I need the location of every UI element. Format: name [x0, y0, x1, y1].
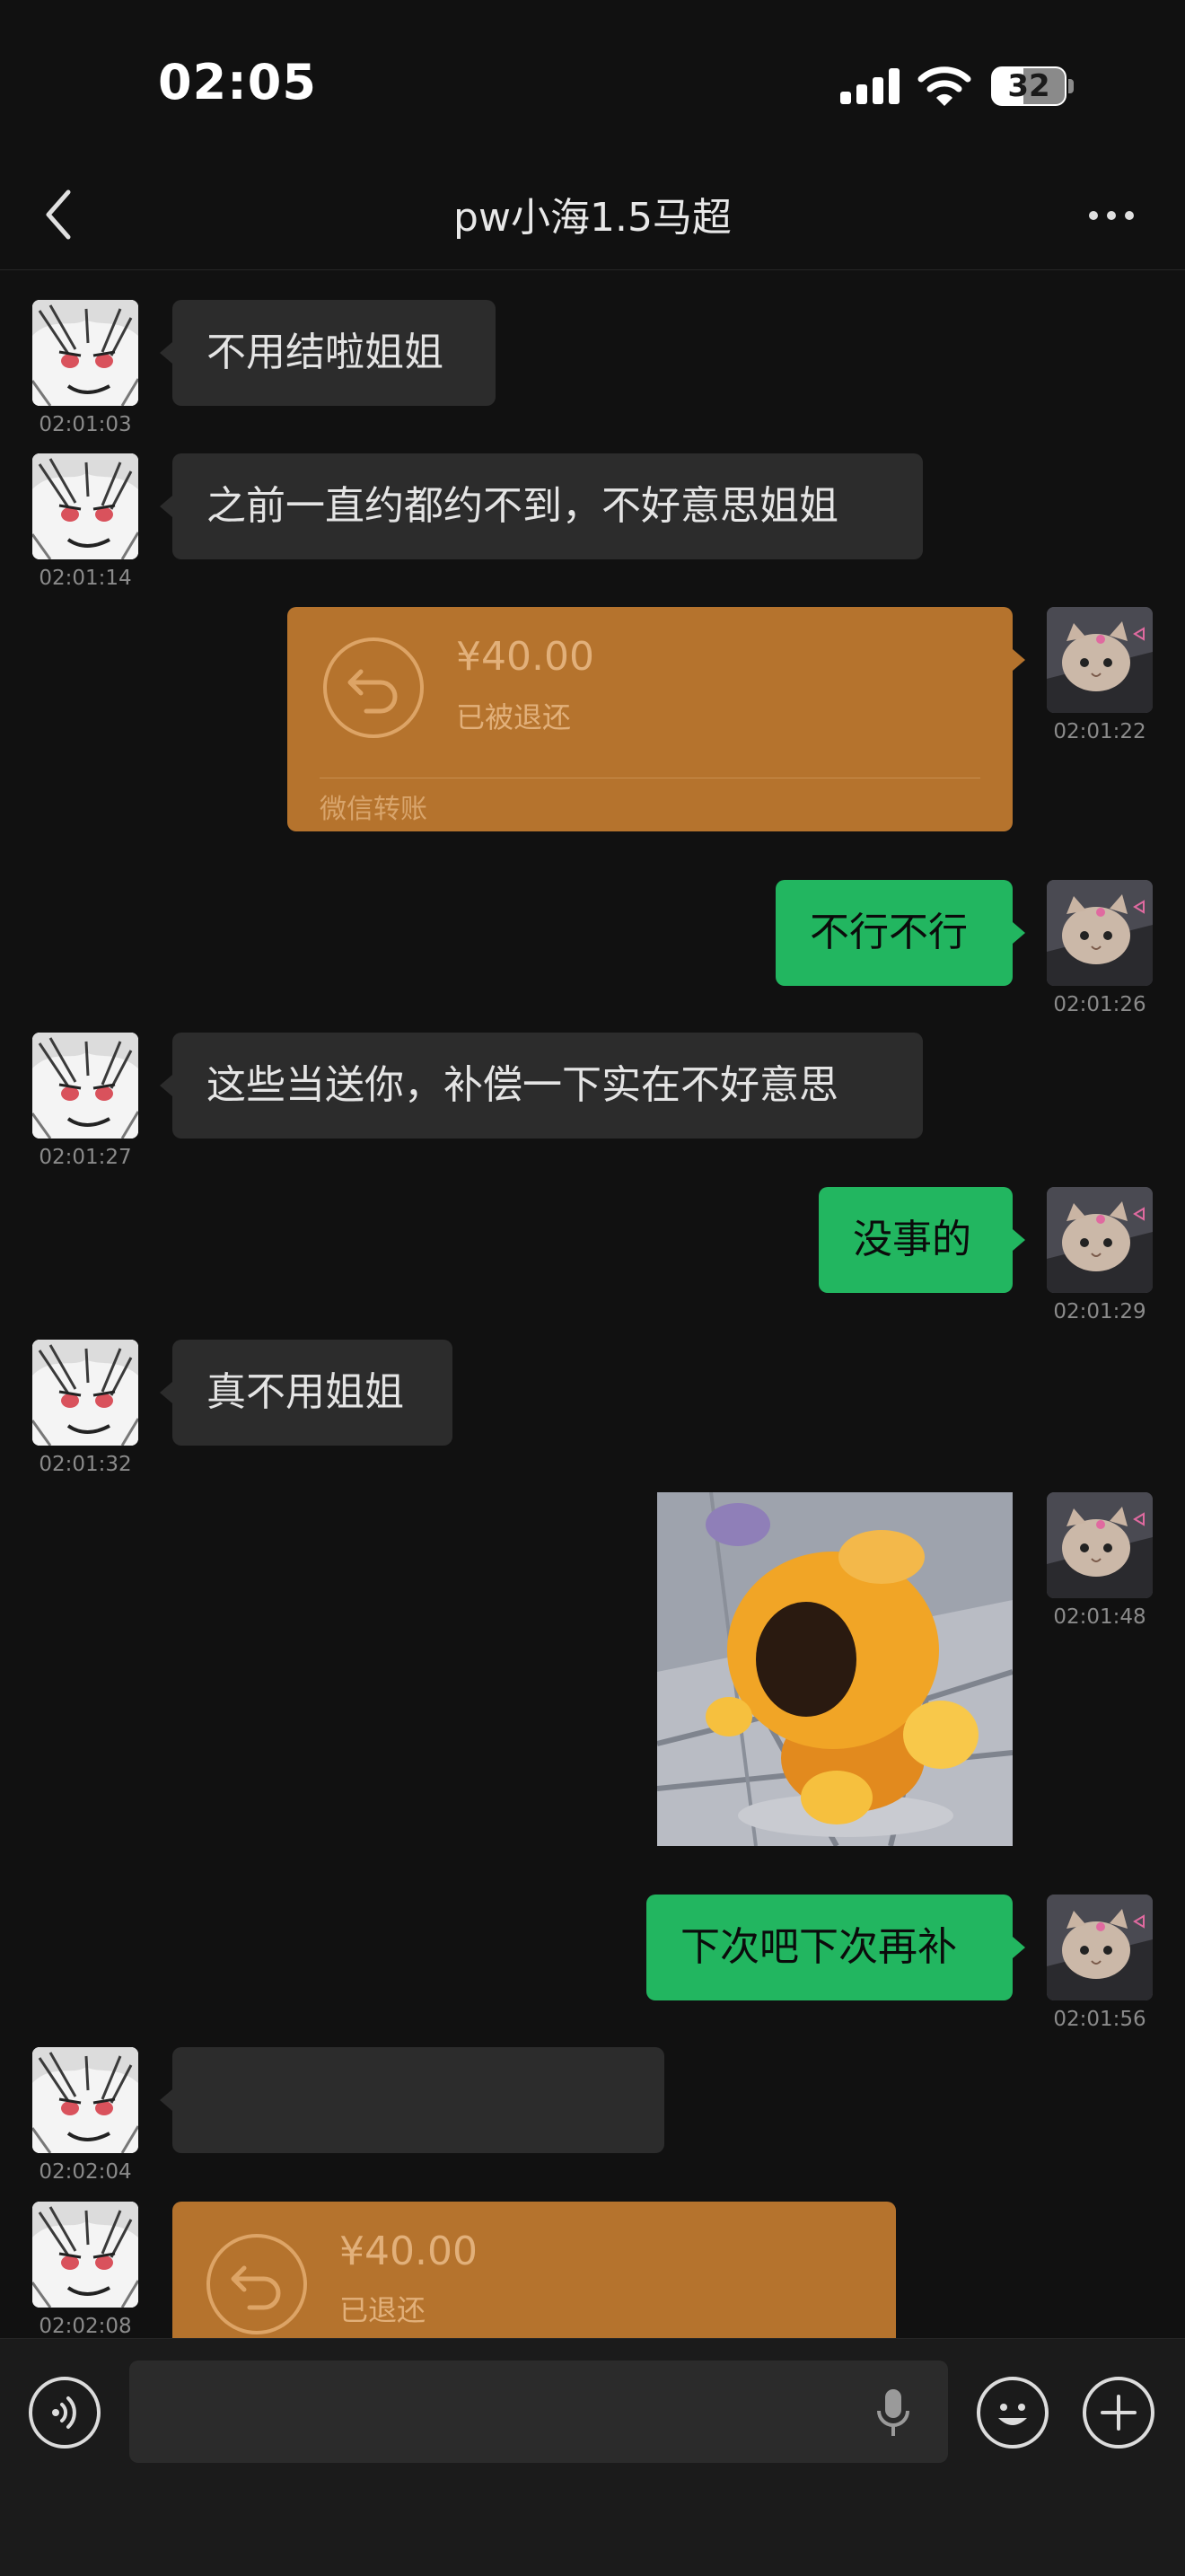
transfer-label: 微信转账 — [320, 794, 427, 825]
message-timestamp: 02:01:22 — [1053, 720, 1146, 743]
message-timestamp: 02:01:26 — [1053, 993, 1146, 1016]
message-timestamp: 02:01:29 — [1053, 1300, 1146, 1323]
microphone-icon[interactable] — [874, 2386, 912, 2440]
message-timestamp: 02:02:08 — [39, 2315, 132, 2338]
contact-avatar[interactable] — [32, 2047, 138, 2153]
transfer-card[interactable]: ¥40.00 已退还 — [172, 2202, 896, 2338]
sent-message[interactable]: 没事的 — [819, 1187, 1013, 1293]
message-timestamp: 02:01:27 — [39, 1146, 132, 1169]
message-input[interactable] — [129, 2361, 948, 2463]
chat-header: pw小海1.5马超 — [0, 162, 1185, 270]
transfer-amount: ¥40.00 — [339, 2229, 478, 2274]
add-more-icon[interactable] — [1083, 2377, 1154, 2449]
contact-avatar[interactable] — [32, 2202, 138, 2308]
more-options-icon[interactable] — [1086, 198, 1137, 233]
contact-avatar[interactable] — [32, 1340, 138, 1446]
emoji-icon[interactable] — [977, 2377, 1049, 2449]
message-timestamp: 02:01:56 — [1053, 2008, 1146, 2031]
message-timestamp: 02:01:03 — [39, 413, 132, 436]
contact-avatar[interactable] — [32, 300, 138, 406]
received-message[interactable] — [172, 2047, 664, 2153]
message-timestamp: 02:01:32 — [39, 1453, 132, 1476]
my-avatar[interactable] — [1047, 607, 1153, 713]
received-message[interactable]: 这些当送你，补偿一下实在不好意思 — [172, 1033, 923, 1139]
transfer-amount: ¥40.00 — [456, 634, 594, 680]
message-timestamp: 02:01:48 — [1053, 1605, 1146, 1629]
my-avatar[interactable] — [1047, 1492, 1153, 1598]
status-time: 02:05 — [158, 54, 317, 110]
sticker-image[interactable] — [657, 1492, 1013, 1846]
input-bar — [0, 2338, 1185, 2576]
transfer-status: 已被退还 — [456, 700, 572, 734]
wifi-icon — [917, 66, 971, 106]
contact-avatar[interactable] — [32, 453, 138, 559]
transfer-card[interactable]: ¥40.00 已被退还 微信转账 — [287, 607, 1013, 831]
status-bar: 02:05 32 — [0, 0, 1185, 162]
voice-input-icon[interactable] — [29, 2377, 101, 2449]
received-message[interactable]: 真不用姐姐 — [172, 1340, 452, 1446]
my-avatar[interactable] — [1047, 1895, 1153, 2000]
sent-message[interactable]: 不行不行 — [776, 880, 1013, 986]
return-arrow-icon — [323, 637, 424, 738]
received-message[interactable]: 之前一直约都约不到，不好意思姐姐 — [172, 453, 923, 559]
battery-percent: 32 — [1007, 68, 1050, 104]
battery-icon: 32 — [991, 66, 1074, 106]
received-message[interactable]: 不用结啦姐姐 — [172, 300, 496, 406]
chat-title: pw小海1.5马超 — [453, 195, 732, 241]
contact-avatar[interactable] — [32, 1033, 138, 1139]
sent-message[interactable]: 下次吧下次再补 — [646, 1895, 1013, 2000]
message-timestamp: 02:01:14 — [39, 567, 132, 590]
my-avatar[interactable] — [1047, 1187, 1153, 1293]
return-arrow-icon — [206, 2234, 307, 2334]
message-timestamp: 02:02:04 — [39, 2160, 132, 2184]
my-avatar[interactable] — [1047, 880, 1153, 986]
transfer-status: 已退还 — [339, 2293, 426, 2327]
cellular-signal-icon — [840, 68, 900, 104]
